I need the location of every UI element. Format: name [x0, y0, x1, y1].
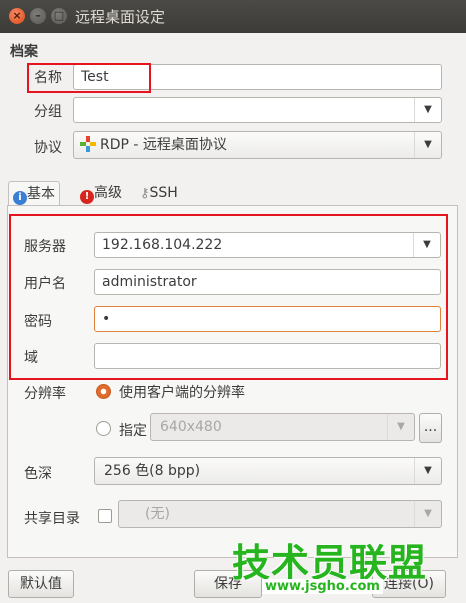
- tab-basic[interactable]: i 基本: [8, 181, 60, 206]
- resolution-custom-value: 640x480: [160, 419, 222, 435]
- credentials-highlight-box: [9, 214, 448, 380]
- minimize-window-button[interactable]: –: [30, 8, 46, 24]
- protocol-select[interactable]: RDP - 远程桌面协议 ▼: [73, 131, 442, 159]
- window-title: 远程桌面设定: [75, 8, 166, 26]
- resolution-custom-select[interactable]: 640x480 ▼: [150, 413, 415, 441]
- default-button[interactable]: 默认值: [8, 570, 74, 598]
- watermark-url: www.jsgho.com: [262, 579, 383, 594]
- chevron-down-icon[interactable]: ▼: [414, 501, 441, 527]
- tab-basic-label: 基本: [27, 186, 55, 202]
- chevron-down-icon[interactable]: ▼: [387, 414, 414, 440]
- group-combo-entry[interactable]: ▼: [73, 97, 442, 123]
- resolution-label: 分辨率: [24, 386, 66, 402]
- maximize-window-button[interactable]: □: [51, 8, 67, 24]
- section-title-profile: 档案: [10, 44, 38, 60]
- share-folder-value: (无): [145, 506, 170, 522]
- info-icon: i: [13, 191, 27, 205]
- resolution-client-radio[interactable]: [96, 384, 111, 399]
- resolution-client-label[interactable]: 使用客户端的分辨率: [119, 382, 245, 402]
- protocol-label: 协议: [34, 140, 62, 156]
- tab-ssh[interactable]: ⚷SSH: [136, 181, 182, 205]
- color-depth-select[interactable]: 256 色(8 bpp) ▼: [94, 457, 442, 485]
- chevron-down-icon[interactable]: ▼: [414, 132, 441, 158]
- share-folder-label: 共享目录: [24, 511, 80, 527]
- rdp-protocol-icon: [80, 136, 96, 152]
- key-icon: ⚷: [140, 186, 150, 201]
- resolution-custom-label[interactable]: 指定: [119, 420, 147, 440]
- share-folder-checkbox[interactable]: [98, 509, 112, 523]
- name-highlight-box: [27, 63, 151, 93]
- chevron-down-icon[interactable]: ▼: [414, 98, 441, 122]
- color-depth-label: 色深: [24, 466, 52, 482]
- resolution-more-button[interactable]: ...: [419, 413, 442, 443]
- protocol-value: RDP - 远程桌面协议: [100, 137, 227, 153]
- group-label: 分组: [34, 104, 62, 120]
- chevron-down-icon[interactable]: ▼: [414, 458, 441, 484]
- close-window-button[interactable]: ×: [9, 8, 25, 24]
- title-bar: × – □ 远程桌面设定: [0, 0, 466, 33]
- tab-ssh-label: SSH: [149, 185, 178, 201]
- color-depth-value: 256 色(8 bpp): [104, 463, 201, 479]
- tab-advanced-label: 高级: [94, 185, 122, 201]
- resolution-custom-radio[interactable]: [96, 421, 111, 436]
- tab-advanced[interactable]: ! 高级: [76, 181, 126, 205]
- share-folder-select[interactable]: (无) ▼: [118, 500, 442, 528]
- warning-icon: !: [80, 190, 94, 204]
